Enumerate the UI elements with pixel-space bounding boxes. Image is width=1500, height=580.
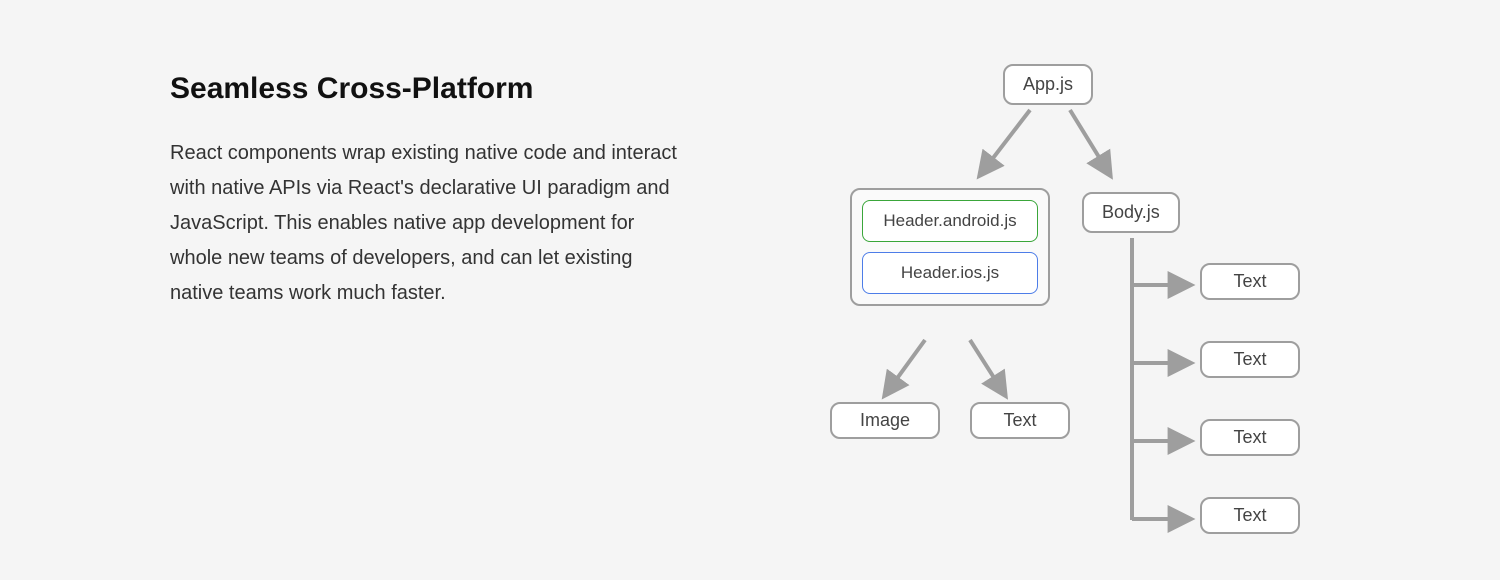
section-body: React components wrap existing native co…	[170, 136, 680, 311]
diagram-column: App.js Header.android.js Header.ios.js B…	[750, 0, 1500, 580]
node-body-text-1: Text	[1200, 263, 1300, 300]
header-group-box: Header.android.js Header.ios.js	[850, 188, 1050, 306]
section-heading: Seamless Cross-Platform	[170, 72, 680, 106]
node-body: Body.js	[1082, 192, 1180, 233]
node-header-android: Header.android.js	[862, 200, 1038, 242]
node-text-header: Text	[970, 402, 1070, 439]
node-body-text-3: Text	[1200, 419, 1300, 456]
node-image: Image	[830, 402, 940, 439]
node-header-ios: Header.ios.js	[862, 252, 1038, 294]
node-body-text-2: Text	[1200, 341, 1300, 378]
node-app: App.js	[1003, 64, 1093, 105]
node-body-text-4: Text	[1200, 497, 1300, 534]
text-column: Seamless Cross-Platform React components…	[0, 0, 750, 580]
